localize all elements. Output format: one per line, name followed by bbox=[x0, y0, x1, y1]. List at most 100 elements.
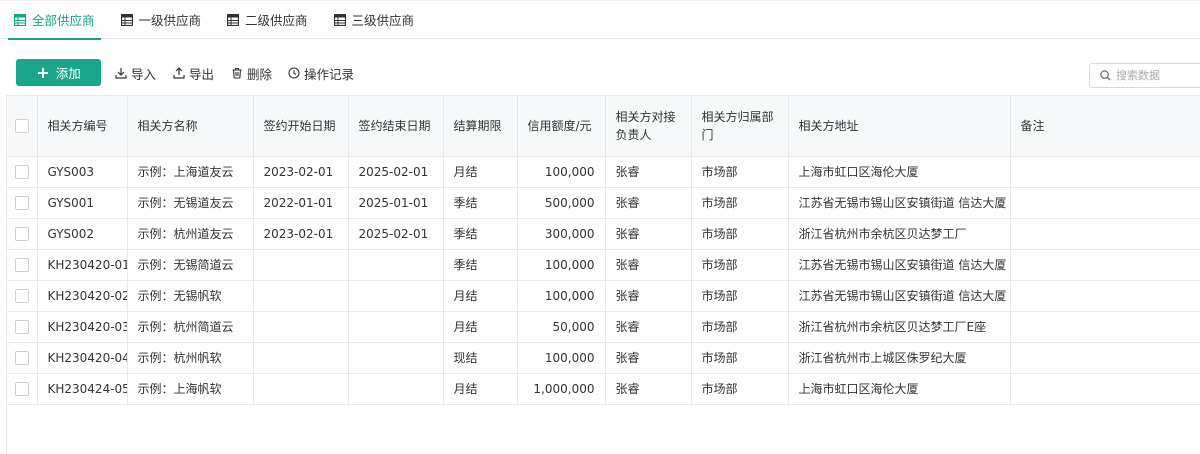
tab-level1-suppliers[interactable]: 一级供应商 bbox=[115, 1, 208, 39]
column-header-start-date[interactable]: 签约开始日期 bbox=[253, 96, 349, 157]
cell-department: 市场部 bbox=[691, 280, 789, 312]
cell-contact-person: 张睿 bbox=[605, 311, 692, 343]
cell-department: 市场部 bbox=[691, 218, 789, 250]
row-checkbox-cell[interactable] bbox=[7, 187, 38, 219]
row-checkbox-cell[interactable] bbox=[7, 156, 38, 188]
download-icon bbox=[115, 68, 127, 79]
add-button[interactable]: + 添加 bbox=[16, 59, 101, 86]
table-row[interactable]: GYS003 示例：上海道友云 2023-02-01 2025-02-01 月结 100,… bbox=[7, 156, 1200, 188]
cell-department: 市场部 bbox=[691, 249, 789, 281]
row-checkbox-cell[interactable] bbox=[7, 373, 38, 405]
table-row[interactable]: KH230420-03 示例：杭州简道云 月结 50,000 张睿 市场部 浙江省杭州市余杭… bbox=[7, 311, 1200, 343]
table-icon bbox=[14, 13, 26, 26]
table-row[interactable]: KH230424-05 示例：上海帆软 月结 1,000,000 张睿 市场部 上海市虹口区… bbox=[7, 373, 1200, 405]
tab-level2-suppliers[interactable]: 二级供应商 bbox=[221, 1, 314, 39]
cell-department: 市场部 bbox=[691, 311, 789, 343]
cell-department: 市场部 bbox=[691, 156, 789, 188]
tab-level3-suppliers[interactable]: 三级供应商 bbox=[328, 1, 421, 39]
cell-department: 市场部 bbox=[691, 342, 789, 374]
tab-all-suppliers[interactable]: 全部供应商 bbox=[8, 1, 101, 40]
table-row[interactable]: KH230420-02 示例：无锡帆软 月结 100,000 张睿 市场部 江苏省无锡市锡山… bbox=[7, 280, 1200, 312]
table-icon bbox=[120, 13, 133, 26]
row-checkbox-cell[interactable] bbox=[7, 342, 38, 374]
cell-credit-limit: 1,000,000 bbox=[517, 373, 606, 405]
column-header-department[interactable]: 相关方归属部门 bbox=[691, 96, 789, 157]
checkbox[interactable] bbox=[14, 381, 29, 396]
operation-log-button[interactable]: 操作记录 bbox=[288, 64, 354, 82]
upload-icon bbox=[173, 67, 185, 79]
cell-end-date bbox=[348, 280, 444, 312]
row-checkbox-cell[interactable] bbox=[7, 218, 38, 250]
cell-code: GYS002 bbox=[37, 218, 128, 250]
checkbox[interactable] bbox=[14, 319, 29, 334]
cell-contact-person: 张睿 bbox=[605, 342, 692, 374]
cell-settlement: 现结 bbox=[443, 342, 518, 374]
table-row[interactable]: KH230420-01 示例：无锡简道云 季结 100,000 张睿 市场部 江苏省无锡市锡… bbox=[7, 249, 1200, 281]
column-header-credit-limit[interactable]: 信用额度/元 bbox=[517, 96, 606, 157]
cell-remark bbox=[1010, 156, 1200, 188]
add-button-label: 添加 bbox=[55, 66, 81, 81]
column-header-code[interactable]: 相关方编号 bbox=[37, 96, 128, 157]
cell-contact-person: 张睿 bbox=[605, 218, 692, 250]
table-row[interactable]: GYS002 示例：杭州道友云 2023-02-01 2025-02-01 季结 300,… bbox=[7, 218, 1200, 250]
table-row[interactable]: KH230420-04 示例：杭州帆软 现结 100,000 张睿 市场部 浙江省杭州市上城… bbox=[7, 342, 1200, 374]
checkbox[interactable] bbox=[14, 195, 29, 210]
trash-icon bbox=[232, 67, 242, 79]
cell-start-date: 2022-01-01 bbox=[253, 187, 349, 219]
checkbox[interactable] bbox=[14, 257, 29, 272]
checkbox[interactable] bbox=[14, 288, 29, 303]
cell-start-date: 2023-02-01 bbox=[253, 218, 349, 250]
column-header-remark[interactable]: 备注 bbox=[1010, 96, 1200, 157]
cell-contact-person: 张睿 bbox=[605, 280, 692, 312]
row-checkbox-cell[interactable] bbox=[7, 311, 38, 343]
checkbox[interactable] bbox=[14, 164, 29, 179]
table-header-row: 相关方编号 相关方名称 签约开始日期 签约结束日期 结算期限 信用额度/元 相关… bbox=[7, 96, 1200, 157]
tab-label: 二级供应商 bbox=[245, 13, 308, 28]
clock-icon bbox=[288, 67, 300, 79]
cell-credit-limit: 300,000 bbox=[517, 218, 606, 250]
table-row[interactable]: GYS001 示例：无锡道友云 2022-01-01 2025-01-01 季结 500,… bbox=[7, 187, 1200, 219]
cell-end-date bbox=[348, 311, 444, 343]
cell-address: 上海市虹口区海伦大厦 bbox=[788, 156, 1011, 188]
cell-name: 示例：上海道友云 bbox=[127, 156, 254, 188]
column-header-contact-person[interactable]: 相关方对接负责人 bbox=[605, 96, 692, 157]
cell-settlement: 月结 bbox=[443, 156, 518, 188]
cell-remark bbox=[1010, 373, 1200, 405]
cell-name: 示例：杭州简道云 bbox=[127, 311, 254, 343]
column-header-name[interactable]: 相关方名称 bbox=[127, 96, 254, 157]
import-button[interactable]: 导入 bbox=[115, 64, 156, 82]
search-input[interactable] bbox=[1116, 69, 1196, 82]
search-box[interactable] bbox=[1089, 63, 1200, 88]
supplier-table: 相关方编号 相关方名称 签约开始日期 签约结束日期 结算期限 信用额度/元 相关… bbox=[7, 96, 1200, 405]
cell-address: 上海市虹口区海伦大厦 bbox=[788, 373, 1011, 405]
tab-label: 全部供应商 bbox=[32, 13, 95, 28]
row-checkbox-cell[interactable] bbox=[7, 249, 38, 281]
cell-address: 江苏省无锡市锡山区安镇街道 信达大厦 bbox=[788, 280, 1011, 312]
cell-settlement: 月结 bbox=[443, 280, 518, 312]
checkbox[interactable] bbox=[14, 226, 29, 241]
column-header-settlement[interactable]: 结算期限 bbox=[443, 96, 518, 157]
checkbox[interactable] bbox=[14, 350, 29, 365]
delete-button[interactable]: 删除 bbox=[231, 64, 272, 82]
cell-settlement: 季结 bbox=[443, 218, 518, 250]
checkbox[interactable] bbox=[14, 119, 29, 134]
column-header-address[interactable]: 相关方地址 bbox=[788, 96, 1011, 157]
cell-end-date: 2025-02-01 bbox=[348, 218, 444, 250]
cell-remark bbox=[1010, 218, 1200, 250]
cell-end-date: 2025-02-01 bbox=[348, 156, 444, 188]
cell-start-date bbox=[253, 280, 349, 312]
cell-contact-person: 张睿 bbox=[605, 373, 692, 405]
tab-label: 一级供应商 bbox=[138, 13, 202, 28]
supplier-tabs: 全部供应商 一级供应商 二级供应商 三级供应商 bbox=[0, 1, 1200, 40]
column-header-end-date[interactable]: 签约结束日期 bbox=[348, 96, 444, 157]
cell-address: 江苏省无锡市锡山区安镇街道 信达大厦 bbox=[788, 187, 1011, 219]
export-button[interactable]: 导出 bbox=[173, 64, 214, 82]
cell-name: 示例：杭州帆软 bbox=[127, 342, 254, 374]
select-all-checkbox[interactable] bbox=[7, 96, 38, 157]
cell-code: KH230424-05 bbox=[37, 373, 128, 405]
cell-remark bbox=[1010, 311, 1200, 343]
cell-credit-limit: 100,000 bbox=[517, 249, 606, 281]
cell-department: 市场部 bbox=[691, 187, 789, 219]
row-checkbox-cell[interactable] bbox=[7, 280, 38, 312]
cell-remark bbox=[1010, 187, 1200, 219]
